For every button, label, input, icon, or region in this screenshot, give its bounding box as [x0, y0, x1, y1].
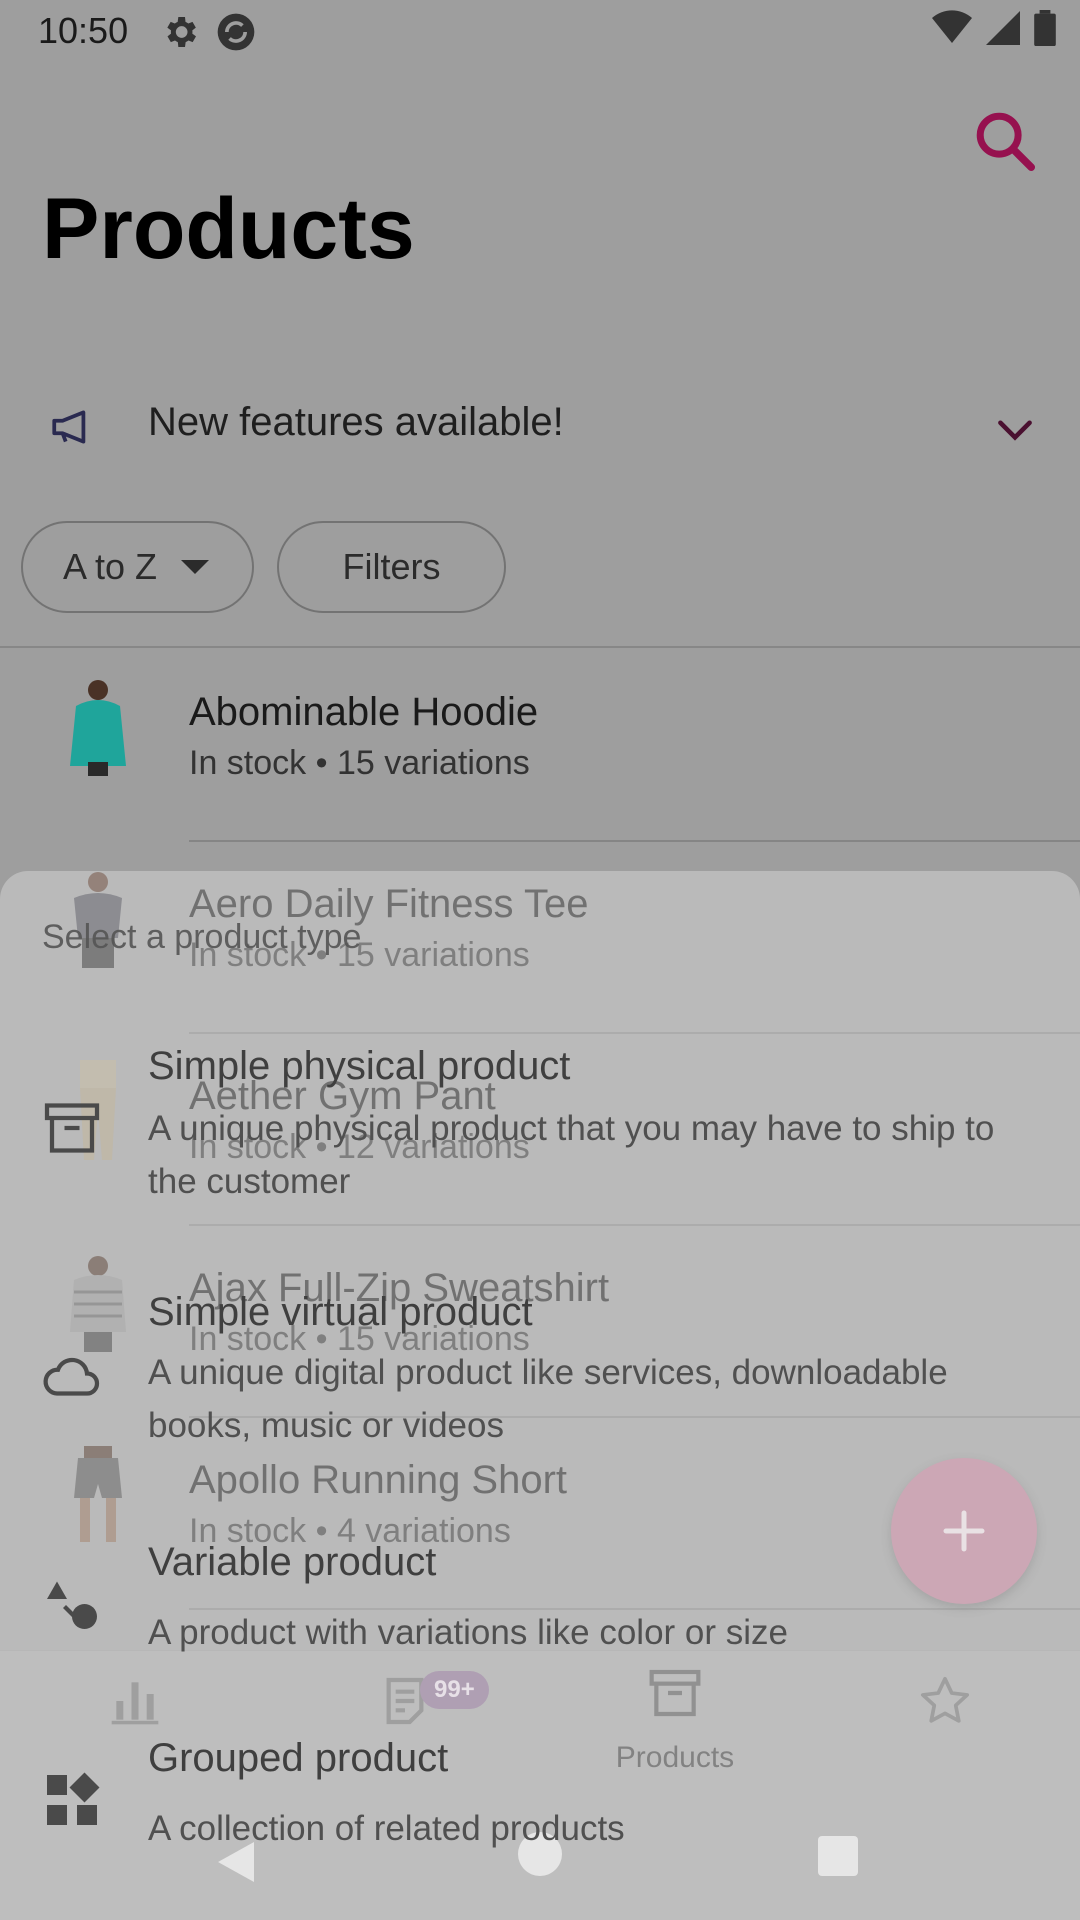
archive-box-icon — [44, 1103, 100, 1153]
option-variable-product[interactable]: Variable product A product with variatio… — [0, 1540, 1080, 1680]
sheet-title: Select a product type — [42, 918, 362, 956]
filters-chip[interactable]: Filters — [277, 521, 506, 613]
option-description: A unique physical product that you may h… — [148, 1109, 995, 1201]
option-title: Simple virtual product — [148, 1290, 533, 1334]
megaphone-icon — [48, 402, 98, 452]
settings-gear-icon — [160, 12, 200, 57]
shapes-icon — [47, 1581, 97, 1629]
option-title: Grouped product — [148, 1736, 449, 1780]
product-thumbnail — [58, 676, 138, 776]
status-icons — [932, 10, 1056, 46]
battery-icon — [1034, 10, 1056, 46]
option-simple-physical-product[interactable]: Simple physical product A unique physica… — [0, 1040, 1080, 1260]
page-title: Products — [42, 181, 415, 277]
widgets-icon — [47, 1772, 100, 1825]
filters-chip-label: Filters — [342, 546, 441, 587]
option-description: A product with variations like color or … — [148, 1613, 788, 1652]
wifi-icon — [932, 10, 972, 43]
signal-icon — [986, 11, 1020, 45]
sort-chip[interactable]: A to Z — [21, 521, 254, 613]
option-grouped-product[interactable]: Grouped product A collection of related … — [0, 1736, 1080, 1876]
product-row[interactable]: Abominable Hoodie In stock • 15 variatio… — [0, 650, 1080, 842]
sort-chip-label: A to Z — [63, 546, 158, 587]
sync-app-icon — [214, 10, 258, 59]
feature-announcement-banner[interactable]: New features available! — [0, 380, 1080, 480]
cloud-icon — [43, 1357, 100, 1396]
option-simple-virtual-product[interactable]: Simple virtual product A unique digital … — [0, 1290, 1080, 1510]
option-title: Simple physical product — [148, 1044, 571, 1088]
banner-text: New features available! — [148, 400, 564, 444]
search-icon — [976, 112, 1036, 172]
product-stock-info: In stock • 15 variations — [189, 744, 530, 782]
search-button[interactable] — [970, 106, 1040, 176]
option-description: A unique digital product like services, … — [148, 1353, 948, 1445]
dropdown-caret-icon — [181, 560, 210, 574]
status-time: 10:50 — [38, 10, 129, 51]
product-name: Abominable Hoodie — [189, 690, 539, 734]
chevron-down-icon[interactable] — [990, 404, 1040, 454]
divider — [0, 646, 1080, 648]
option-title: Variable product — [148, 1540, 437, 1584]
option-description: A collection of related products — [148, 1809, 625, 1848]
